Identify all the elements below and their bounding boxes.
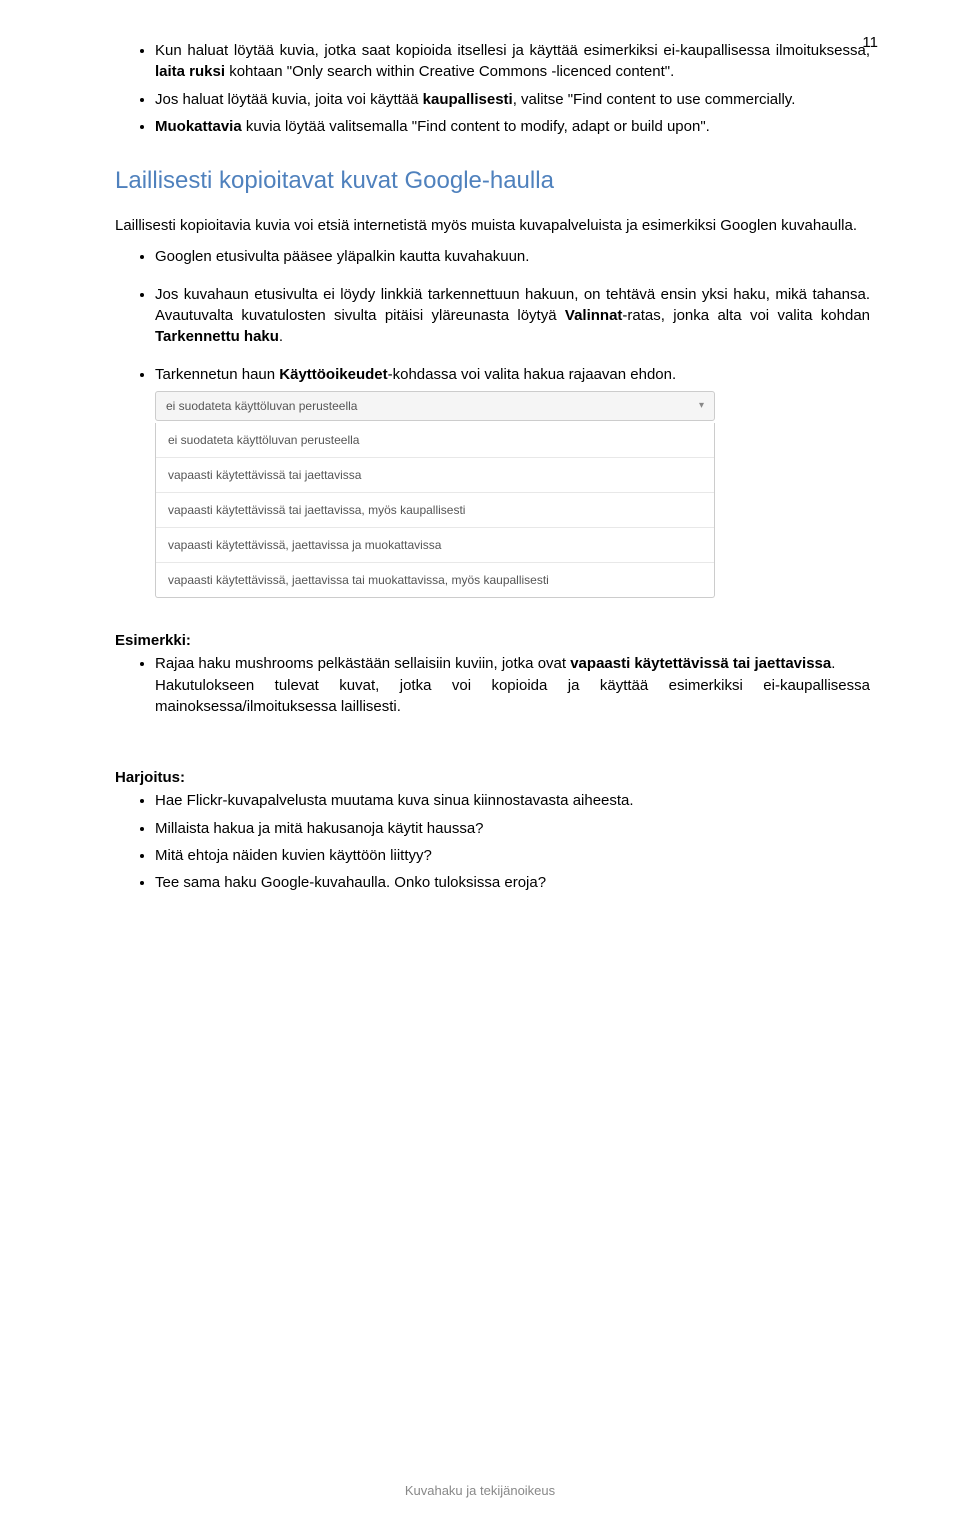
list-item: Jos kuvahaun etusivulta ei löydy linkkiä… xyxy=(155,284,870,348)
page-footer: Kuvahaku ja tekijänoikeus xyxy=(0,1483,960,1498)
text-bold: Käyttöoikeudet xyxy=(279,366,387,383)
list-item: Jos haluat löytää kuvia, joita voi käytt… xyxy=(155,89,870,110)
text: . xyxy=(831,655,835,672)
dropdown-option: vapaasti käytettävissä, jaettavissa tai … xyxy=(156,562,714,597)
text: . xyxy=(279,328,283,345)
lead-paragraph: Laillisesti kopioitavia kuvia voi etsiä … xyxy=(115,215,870,236)
text-bold: vapaasti käytettävissä tai jaettavissa xyxy=(570,655,831,672)
intro-bullet-list: Kun haluat löytää kuvia, jotka saat kopi… xyxy=(115,40,870,137)
text: kuvia löytää valitsemalla "Find content … xyxy=(242,118,710,135)
text: Kun haluat löytää kuvia, jotka saat kopi… xyxy=(155,42,870,59)
text: Tarkennetun haun xyxy=(155,366,279,383)
dropdown-screenshot: ei suodateta käyttöluvan perusteella ▾ e… xyxy=(155,391,715,598)
dropdown-selected-label: ei suodateta käyttöluvan perusteella xyxy=(166,399,357,413)
dropdown-option: ei suodateta käyttöluvan perusteella xyxy=(156,423,714,457)
section-heading: Laillisesti kopioitavat kuvat Google-hau… xyxy=(115,167,870,195)
list-item: Mitä ehtoja näiden kuvien käyttöön liitt… xyxy=(155,845,870,866)
dropdown-list: ei suodateta käyttöluvan perusteella vap… xyxy=(155,423,715,598)
harjoitus-section: Harjoitus: Hae Flickr-kuvapalvelusta muu… xyxy=(115,767,870,893)
dropdown-option: vapaasti käytettävissä, jaettavissa ja m… xyxy=(156,527,714,562)
text-bold: Tarkennettu haku xyxy=(155,328,279,345)
text-bold: laita ruksi xyxy=(155,63,225,80)
page-number: 11 xyxy=(862,34,878,51)
text-bold: kaupallisesti xyxy=(423,91,513,108)
esimerkki-section: Esimerkki: Rajaa haku mushrooms pelkästä… xyxy=(115,630,870,717)
text: , valitse "Find content to use commercia… xyxy=(513,91,796,108)
mid-bullet-list-1: Googlen etusivulta pääsee yläpalkin kaut… xyxy=(115,246,870,267)
text: Jos haluat löytää kuvia, joita voi käytt… xyxy=(155,91,423,108)
text: kohtaan "Only search within Creative Com… xyxy=(225,63,674,80)
text: -ratas, jonka alta voi valita kohdan xyxy=(622,307,870,324)
text-bold: Valinnat xyxy=(565,307,623,324)
esimerkki-list: Rajaa haku mushrooms pelkästään sellaisi… xyxy=(115,653,870,717)
list-item: Googlen etusivulta pääsee yläpalkin kaut… xyxy=(155,246,870,267)
document-page: 11 Kun haluat löytää kuvia, jotka saat k… xyxy=(0,0,960,1528)
mid-bullet-list-3: Tarkennetun haun Käyttöoikeudet-kohdassa… xyxy=(115,364,870,385)
list-item: Hae Flickr-kuvapalvelusta muutama kuva s… xyxy=(155,790,870,811)
list-item: Tee sama haku Google-kuvahaulla. Onko tu… xyxy=(155,872,870,893)
list-item: Millaista hakua ja mitä hakusanoja käyti… xyxy=(155,818,870,839)
list-item: Tarkennetun haun Käyttöoikeudet-kohdassa… xyxy=(155,364,870,385)
text: Hakutulokseen tulevat kuvat, jotka voi k… xyxy=(155,677,870,715)
list-item: Kun haluat löytää kuvia, jotka saat kopi… xyxy=(155,40,870,83)
dropdown-option: vapaasti käytettävissä tai jaettavissa, … xyxy=(156,492,714,527)
dropdown-selected: ei suodateta käyttöluvan perusteella ▾ xyxy=(155,391,715,421)
list-item: Rajaa haku mushrooms pelkästään sellaisi… xyxy=(155,653,870,717)
text: -kohdassa voi valita hakua rajaavan ehdo… xyxy=(388,366,677,383)
mid-bullet-list-2: Jos kuvahaun etusivulta ei löydy linkkiä… xyxy=(115,284,870,348)
harjoitus-list: Hae Flickr-kuvapalvelusta muutama kuva s… xyxy=(115,790,870,893)
harjoitus-title: Harjoitus: xyxy=(115,767,870,788)
chevron-down-icon: ▾ xyxy=(699,400,704,411)
dropdown-option: vapaasti käytettävissä tai jaettavissa xyxy=(156,457,714,492)
text: Rajaa haku mushrooms pelkästään sellaisi… xyxy=(155,655,570,672)
esimerkki-title: Esimerkki: xyxy=(115,630,870,651)
text-bold: Muokattavia xyxy=(155,118,242,135)
list-item: Muokattavia kuvia löytää valitsemalla "F… xyxy=(155,116,870,137)
